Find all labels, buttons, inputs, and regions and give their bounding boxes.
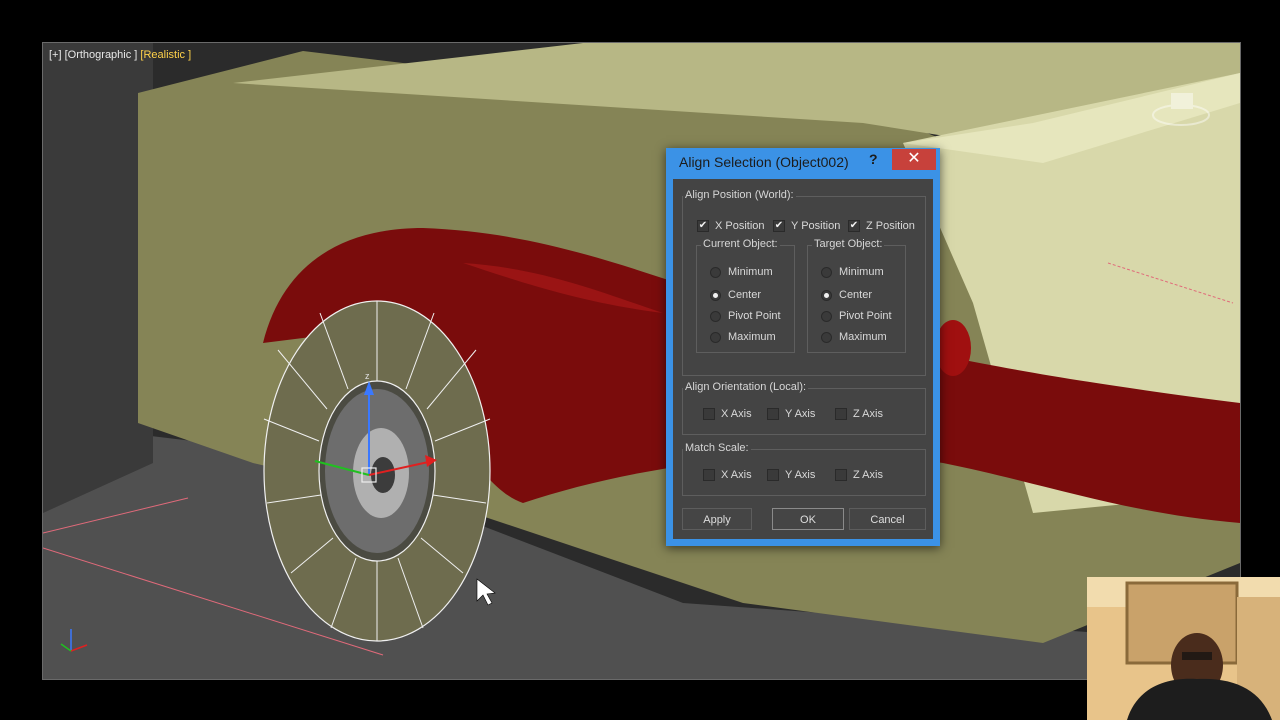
scale-z-label: Z Axis — [853, 469, 883, 481]
target-object-radio-label: Minimum — [839, 266, 884, 278]
z-position-checkbox[interactable]: ✔ Z Position — [848, 220, 915, 232]
dialog-title: Align Selection (Object002) — [679, 154, 849, 170]
x-position-checkbox[interactable]: ✔ X Position — [697, 220, 765, 232]
orient-y-axis-checkbox[interactable]: Y Axis — [767, 408, 815, 420]
target-object-radio-button[interactable] — [821, 266, 832, 278]
viewport-view-label[interactable]: [+] [Orthographic ] — [49, 49, 140, 61]
orient-x-axis-checkbox[interactable]: X Axis — [703, 408, 752, 420]
left-wall — [43, 43, 153, 513]
current-object-radio-maximum[interactable]: Maximum — [710, 331, 776, 343]
target-object-radio-label: Pivot Point — [839, 310, 892, 322]
close-button[interactable]: ✕ — [892, 149, 936, 170]
current-object-radio-button[interactable] — [710, 266, 721, 278]
target-object-radio-button[interactable] — [821, 310, 832, 322]
scale-z-check[interactable] — [835, 469, 847, 481]
car-tail-light — [935, 320, 971, 376]
y-position-label: Y Position — [791, 220, 841, 232]
current-object-radio-minimum[interactable]: Minimum — [710, 266, 773, 278]
help-button[interactable]: ? — [869, 151, 878, 167]
target-object-radio-pivot-point[interactable]: Pivot Point — [821, 310, 892, 322]
orient-x-check[interactable] — [703, 408, 715, 420]
viewport-label[interactable]: [+] [Orthographic ] [Realistic ] — [49, 49, 191, 61]
current-object-radio-label: Minimum — [728, 266, 773, 278]
scale-y-label: Y Axis — [785, 469, 816, 481]
current-object-radio-center[interactable]: Center — [710, 289, 761, 301]
current-object-radio-pivot-point[interactable]: Pivot Point — [710, 310, 781, 322]
scale-y-axis-checkbox[interactable]: Y Axis — [767, 469, 815, 481]
target-object-radio-center[interactable]: Center — [821, 289, 872, 301]
orient-z-check[interactable] — [835, 408, 847, 420]
viewport-shading-label[interactable]: [Realistic ] — [140, 49, 191, 61]
scale-x-label: X Axis — [721, 469, 752, 481]
x-position-label: X Position — [715, 220, 765, 232]
target-object-radio-button[interactable] — [821, 331, 832, 343]
scale-x-check[interactable] — [703, 469, 715, 481]
apply-button[interactable]: Apply — [682, 508, 752, 530]
z-position-check[interactable]: ✔ — [848, 220, 860, 232]
wheel-rim — [325, 389, 429, 553]
current-object-radio-label: Maximum — [728, 331, 776, 343]
current-object-label: Current Object: — [701, 238, 780, 250]
gizmo-z-label: z — [365, 371, 370, 381]
orient-z-axis-checkbox[interactable]: Z Axis — [835, 408, 883, 420]
current-object-radio-button[interactable] — [710, 289, 721, 301]
current-object-radio-button[interactable] — [710, 331, 721, 343]
3d-viewport[interactable]: [+] [Orthographic ] [Realistic ] z — [42, 42, 1241, 680]
target-object-radio-label: Maximum — [839, 331, 887, 343]
orient-y-check[interactable] — [767, 408, 779, 420]
webcam-image — [1087, 577, 1280, 720]
target-object-radio-button[interactable] — [821, 289, 832, 301]
align-selection-dialog: Align Selection (Object002) ? ✕ Align Po… — [666, 148, 940, 546]
align-orientation-label: Align Orientation (Local): — [683, 381, 809, 393]
target-object-radio-minimum[interactable]: Minimum — [821, 266, 884, 278]
x-position-check[interactable]: ✔ — [697, 220, 709, 232]
current-object-radio-label: Center — [728, 289, 762, 301]
ok-button[interactable]: OK — [772, 508, 844, 530]
target-object-radio-label: Center — [839, 289, 873, 301]
dialog-titlebar[interactable]: Align Selection (Object002) ? ✕ — [666, 148, 940, 178]
y-position-check[interactable]: ✔ — [773, 220, 785, 232]
current-object-radio-label: Pivot Point — [728, 310, 781, 322]
scene-canvas[interactable]: z — [43, 43, 1240, 679]
webcam-overlay — [1087, 577, 1280, 720]
match-scale-label: Match Scale: — [683, 442, 751, 454]
target-object-radio-maximum[interactable]: Maximum — [821, 331, 887, 343]
orient-x-label: X Axis — [721, 408, 752, 420]
orient-z-label: Z Axis — [853, 408, 883, 420]
scale-y-check[interactable] — [767, 469, 779, 481]
cancel-button[interactable]: Cancel — [849, 508, 926, 530]
scale-z-axis-checkbox[interactable]: Z Axis — [835, 469, 883, 481]
orient-y-label: Y Axis — [785, 408, 816, 420]
y-position-checkbox[interactable]: ✔ Y Position — [773, 220, 840, 232]
target-object-label: Target Object: — [812, 238, 885, 250]
dialog-body: Align Position (World): ✔ X Position ✔ Y P… — [673, 179, 933, 539]
scale-x-axis-checkbox[interactable]: X Axis — [703, 469, 752, 481]
align-position-label: Align Position (World): — [683, 189, 796, 201]
z-position-label: Z Position — [866, 220, 915, 232]
current-object-radio-button[interactable] — [710, 310, 721, 322]
